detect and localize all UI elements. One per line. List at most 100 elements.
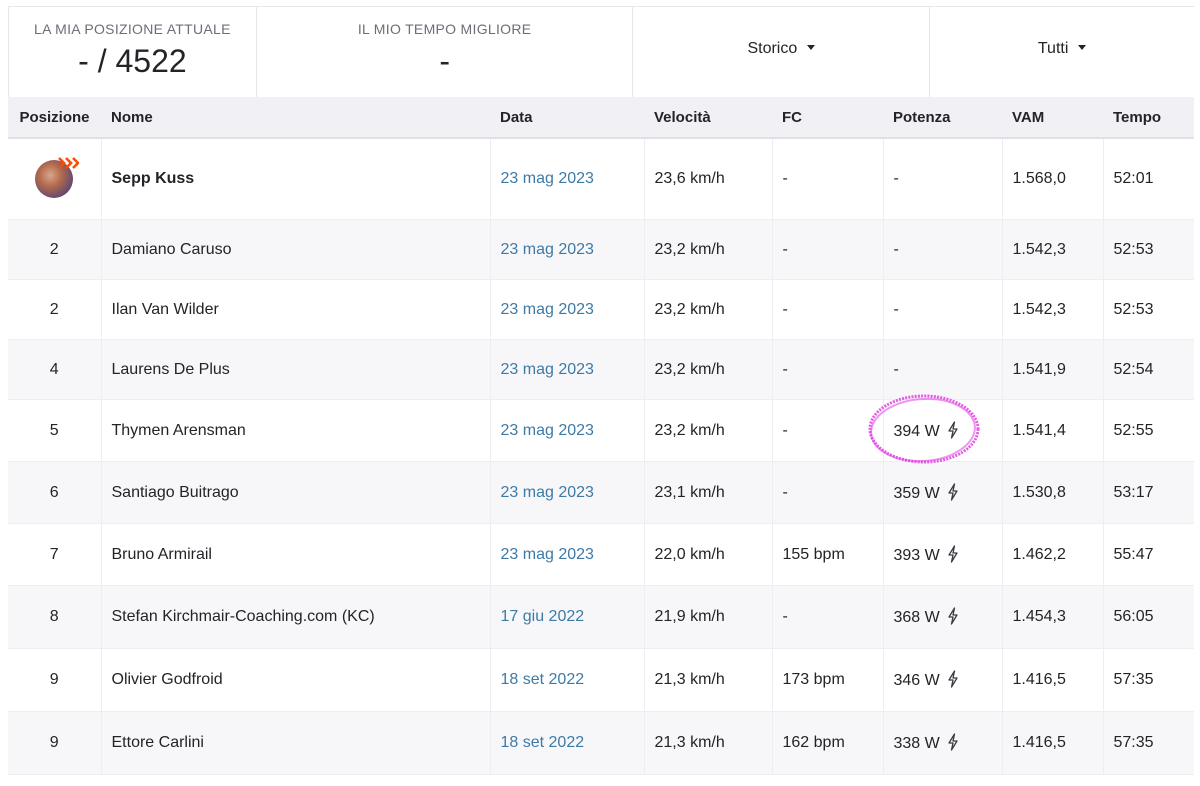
power-cell: 393 W <box>883 523 1003 586</box>
col-header-position[interactable]: Posizione <box>8 97 101 139</box>
power-cell: 338 W <box>883 711 1003 775</box>
time-cell: 55:47 <box>1103 523 1194 586</box>
activity-date-link[interactable]: 23 mag 2023 <box>501 361 594 378</box>
heart-rate-cell: - <box>772 279 884 340</box>
table-row: 2 Ilan Van Wilder 23 mag 2023 23,2 km/h … <box>8 279 1194 340</box>
vam-cell: 1.542,3 <box>1002 219 1104 280</box>
table-row: Sepp Kuss 23 mag 2023 23,6 km/h - - 1.56… <box>8 138 1194 220</box>
col-header-name[interactable]: Nome <box>101 97 490 139</box>
crown-chevron-icon <box>58 157 80 169</box>
all-filter-label: Tutti <box>1037 40 1069 57</box>
athlete-name[interactable]: Stefan Kirchmair-Coaching.com (KC) <box>101 585 491 649</box>
time-cell: 52:55 <box>1103 399 1194 462</box>
table-row: 4 Laurens De Plus 23 mag 2023 23,2 km/h … <box>8 339 1194 400</box>
athlete-name[interactable]: Santiago Buitrago <box>101 461 491 524</box>
vam-cell: 1.454,3 <box>1002 585 1104 649</box>
athlete-name[interactable]: Sepp Kuss <box>101 138 491 220</box>
power-cell: - <box>883 138 1003 220</box>
position-cell: 2 <box>8 219 102 280</box>
col-header-power[interactable]: Potenza <box>883 97 1002 139</box>
speed-cell: 22,0 km/h <box>644 523 773 586</box>
activity-date: 23 mag 2023 <box>490 138 645 220</box>
vam-cell: 1.530,8 <box>1002 461 1104 524</box>
best-time-value: - <box>439 43 450 79</box>
athlete-name[interactable]: Laurens De Plus <box>101 339 491 400</box>
stats-header: LA MIA POSIZIONE ATTUALE - / 4522 IL MIO… <box>8 6 1194 97</box>
power-value: 346 W <box>893 672 940 689</box>
activity-date-link[interactable]: 23 mag 2023 <box>501 170 594 187</box>
time-cell: 52:01 <box>1103 138 1194 220</box>
heart-rate-cell: - <box>772 339 884 400</box>
heart-rate-cell: - <box>772 585 884 649</box>
power-cell: 368 W <box>883 585 1003 649</box>
table-row: 7 Bruno Armirail 23 mag 2023 22,0 km/h 1… <box>8 523 1194 586</box>
vam-cell: 1.568,0 <box>1002 138 1104 220</box>
athlete-name[interactable]: Thymen Arensman <box>101 399 491 462</box>
power-value: 338 W <box>893 735 940 752</box>
col-header-date[interactable]: Data <box>490 97 644 139</box>
best-time-panel: IL MIO TEMPO MIGLIORE - <box>257 7 634 97</box>
position-cell: 8 <box>8 585 102 649</box>
lightning-bolt-icon <box>948 544 958 563</box>
lightning-bolt-icon <box>948 482 958 501</box>
heart-rate-cell: - <box>772 219 884 280</box>
activity-date: 23 mag 2023 <box>490 279 645 340</box>
best-time-label: IL MIO TEMPO MIGLIORE <box>357 21 532 37</box>
time-cell: 57:35 <box>1103 711 1194 775</box>
current-rank-label: LA MIA POSIZIONE ATTUALE <box>34 21 231 37</box>
table-row: 2 Damiano Caruso 23 mag 2023 23,2 km/h -… <box>8 219 1194 280</box>
speed-cell: 23,1 km/h <box>644 461 773 524</box>
table-row: 6 Santiago Buitrago 23 mag 2023 23,1 km/… <box>8 461 1194 524</box>
table-header-row: Posizione Nome Data Velocità FC Potenza … <box>8 97 1194 139</box>
activity-date: 17 giu 2022 <box>490 585 645 649</box>
heart-rate-cell: - <box>772 138 884 220</box>
activity-date-link[interactable]: 17 giu 2022 <box>501 608 585 625</box>
col-header-vam[interactable]: VAM <box>1002 97 1103 139</box>
all-filter-dropdown[interactable]: Tutti <box>930 40 1194 58</box>
position-cell: 9 <box>8 711 102 775</box>
table-row: 8 Stefan Kirchmair-Coaching.com (KC) 17 … <box>8 585 1194 649</box>
activity-date: 23 mag 2023 <box>490 399 645 462</box>
position-cell: 6 <box>8 461 102 524</box>
position-cell <box>8 138 102 220</box>
activity-date: 23 mag 2023 <box>490 219 645 280</box>
athlete-name[interactable]: Ilan Van Wilder <box>101 279 491 340</box>
activity-date: 18 set 2022 <box>490 711 645 775</box>
heart-rate-cell: 173 bpm <box>772 648 884 712</box>
power-value: 393 W <box>893 546 940 564</box>
segment-leaderboard: LA MIA POSIZIONE ATTUALE - / 4522 IL MIO… <box>8 6 1194 786</box>
athlete-name[interactable]: Ettore Carlini <box>101 711 491 775</box>
leader-avatar[interactable] <box>35 157 80 198</box>
position-cell: 9 <box>8 648 102 712</box>
col-header-time[interactable]: Tempo <box>1103 97 1194 139</box>
speed-cell: 21,3 km/h <box>644 648 773 712</box>
position-cell: 5 <box>8 399 102 462</box>
activity-date-link[interactable]: 23 mag 2023 <box>501 422 594 439</box>
history-filter-panel: Storico <box>633 7 931 97</box>
col-header-heart-rate[interactable]: FC <box>772 97 883 139</box>
time-cell: 56:05 <box>1103 585 1194 649</box>
activity-date-link[interactable]: 23 mag 2023 <box>501 301 594 318</box>
activity-date-link[interactable]: 23 mag 2023 <box>501 241 594 258</box>
table-row: 9 Olivier Godfroid 18 set 2022 21,3 km/h… <box>8 648 1194 712</box>
heart-rate-cell: - <box>772 461 884 524</box>
athlete-name[interactable]: Damiano Caruso <box>101 219 491 280</box>
chevron-down-icon <box>807 45 816 51</box>
activity-date-link[interactable]: 23 mag 2023 <box>501 484 594 501</box>
col-header-speed[interactable]: Velocità <box>644 97 772 139</box>
activity-date-link[interactable]: 23 mag 2023 <box>501 546 594 563</box>
activity-date-link[interactable]: 18 set 2022 <box>501 734 585 751</box>
leaderboard-table: Posizione Nome Data Velocità FC Potenza … <box>8 97 1194 775</box>
vam-cell: 1.541,9 <box>1002 339 1104 400</box>
athlete-name[interactable]: Bruno Armirail <box>101 523 491 586</box>
position-cell: 2 <box>8 279 102 340</box>
vam-cell: 1.462,2 <box>1002 523 1104 586</box>
vam-cell: 1.542,3 <box>1002 279 1104 340</box>
time-cell: 52:53 <box>1103 219 1194 280</box>
heart-rate-cell: 162 bpm <box>772 711 884 775</box>
history-filter-dropdown[interactable]: Storico <box>633 40 929 58</box>
athlete-name[interactable]: Olivier Godfroid <box>101 648 491 712</box>
activity-date-link[interactable]: 18 set 2022 <box>501 671 585 688</box>
activity-date: 23 mag 2023 <box>490 339 645 400</box>
power-cell: 394 W <box>883 399 1003 462</box>
